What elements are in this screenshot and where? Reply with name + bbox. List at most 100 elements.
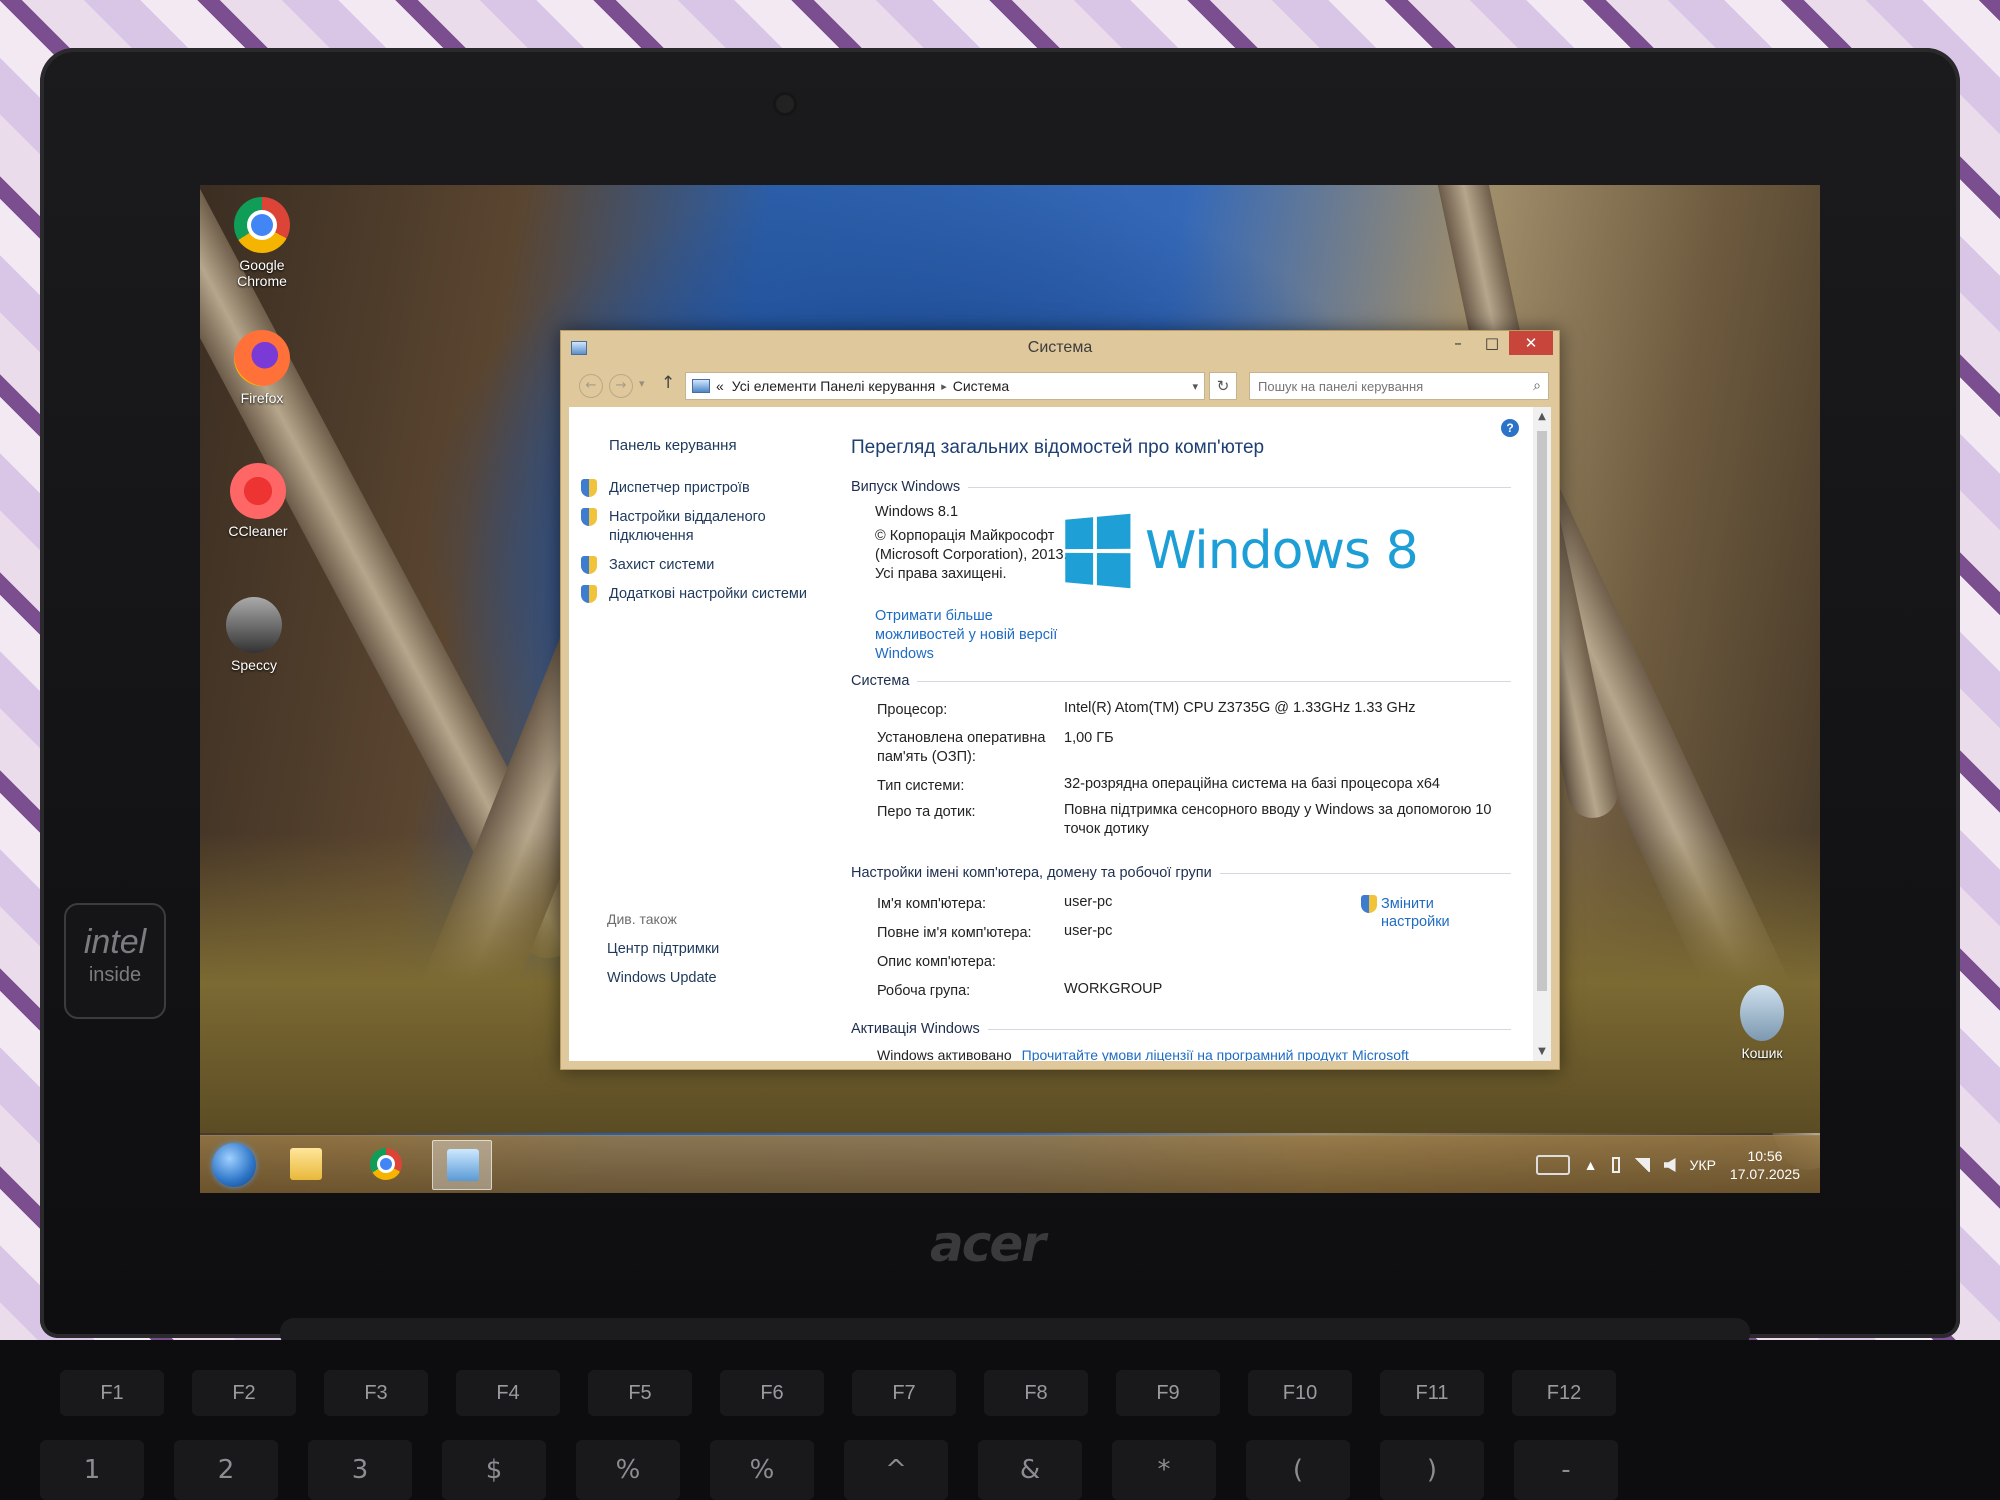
breadcrumb-overflow[interactable]: «: [716, 378, 724, 394]
breadcrumb-separator-icon[interactable]: ▸: [941, 380, 947, 393]
chrome-icon: [234, 197, 290, 253]
close-button[interactable]: ✕: [1509, 331, 1553, 355]
computer-name-section-header: Настройки імені комп'ютера, домену та ро…: [851, 865, 1511, 881]
system-type-label: Тип системи:: [877, 777, 1067, 796]
sidebar-item-advanced-settings[interactable]: Додаткові настройки системи: [581, 585, 826, 604]
battery-icon[interactable]: [1612, 1157, 1620, 1173]
clock[interactable]: 10:56 17.07.2025: [1730, 1147, 1800, 1183]
windows-flag-icon: [1065, 514, 1130, 589]
section-divider: [988, 1029, 1511, 1030]
section-title: Активація Windows: [851, 1021, 980, 1037]
titlebar[interactable]: Система – □ ✕: [561, 331, 1559, 367]
key[interactable]: ^: [844, 1440, 948, 1500]
uac-shield-icon: [581, 479, 597, 497]
fkey[interactable]: F9: [1116, 1370, 1220, 1416]
key[interactable]: -: [1514, 1440, 1618, 1500]
minimize-button[interactable]: –: [1441, 331, 1475, 355]
fkey[interactable]: F8: [984, 1370, 1088, 1416]
fkey[interactable]: F4: [456, 1370, 560, 1416]
forward-button[interactable]: →: [609, 374, 633, 398]
fkey[interactable]: F3: [324, 1370, 428, 1416]
recent-locations-dropdown[interactable]: ▾: [639, 377, 645, 390]
license-terms-link[interactable]: Прочитайте умови ліцензії на програмний …: [1022, 1047, 1409, 1061]
help-icon[interactable]: ?: [1501, 419, 1519, 437]
scroll-down-icon[interactable]: ▼: [1533, 1046, 1551, 1057]
key[interactable]: 1: [40, 1440, 144, 1500]
sidebar-item-device-manager[interactable]: Диспетчер пристроїв: [581, 479, 826, 498]
address-bar[interactable]: « Усі елементи Панелі керування ▸ Систем…: [685, 372, 1205, 400]
computer-description-label: Опис комп'ютера:: [877, 953, 1067, 972]
breadcrumb-all-items[interactable]: Усі елементи Панелі керування: [732, 378, 935, 394]
desktop-icon-recycle-bin[interactable]: Кошик: [1722, 985, 1802, 1061]
fkey[interactable]: F11: [1380, 1370, 1484, 1416]
edition-section-header: Випуск Windows: [851, 479, 1511, 495]
vertical-scrollbar[interactable]: ▲ ▼: [1533, 407, 1551, 1061]
desktop-icon-firefox[interactable]: Firefox: [222, 330, 302, 406]
upgrade-link[interactable]: Отримати більше можливостей у новій верс…: [875, 607, 1085, 664]
fkey[interactable]: F5: [588, 1370, 692, 1416]
key[interactable]: (: [1246, 1440, 1350, 1500]
key[interactable]: *: [1112, 1440, 1216, 1500]
taskbar-explorer[interactable]: [276, 1140, 336, 1190]
taskbar-control-panel[interactable]: [432, 1140, 492, 1190]
touch-keyboard-icon[interactable]: [1536, 1155, 1570, 1175]
key[interactable]: %: [710, 1440, 814, 1500]
language-indicator[interactable]: УКР: [1690, 1157, 1716, 1173]
processor-label: Процесор:: [877, 701, 1067, 720]
ccleaner-icon: [230, 463, 286, 519]
maximize-button[interactable]: □: [1475, 331, 1509, 355]
up-button[interactable]: ↑: [661, 373, 675, 393]
address-dropdown-icon[interactable]: ▾: [1192, 380, 1198, 393]
recycle-bin-icon: [1740, 985, 1784, 1041]
section-title: Випуск Windows: [851, 479, 960, 495]
key[interactable]: $: [442, 1440, 546, 1500]
edition-name: Windows 8.1: [875, 503, 1085, 522]
volume-icon[interactable]: [1664, 1158, 1676, 1172]
control-panel-icon: [692, 379, 710, 393]
sidebar-item-system-protection[interactable]: Захист системи: [581, 556, 826, 575]
intel-badge-top: intel: [66, 923, 164, 962]
sidebar-item-remote-settings[interactable]: Настройки віддаленого підключення: [581, 508, 826, 546]
fkey[interactable]: F1: [60, 1370, 164, 1416]
section-title: Настройки імені комп'ютера, домену та ро…: [851, 865, 1212, 881]
search-icon[interactable]: ⌕: [1526, 378, 1548, 394]
key[interactable]: &: [978, 1440, 1082, 1500]
taskbar-chrome[interactable]: [356, 1140, 416, 1190]
address-toolbar: ← → ▾ ↑ « Усі елементи Панелі керування …: [569, 367, 1551, 405]
key[interactable]: 3: [308, 1440, 412, 1500]
sidebar-item-label: Настройки віддаленого підключення: [609, 508, 826, 546]
folder-icon: [290, 1148, 322, 1180]
key[interactable]: ): [1380, 1440, 1484, 1500]
desktop-icon-chrome[interactable]: Google Chrome: [222, 197, 302, 289]
desktop-icon-ccleaner[interactable]: CCleaner: [218, 463, 298, 539]
key[interactable]: %: [576, 1440, 680, 1500]
fkey[interactable]: F2: [192, 1370, 296, 1416]
computer-name-label: Ім'я комп'ютера:: [877, 895, 1067, 914]
scroll-up-icon[interactable]: ▲: [1533, 411, 1551, 422]
key[interactable]: 2: [174, 1440, 278, 1500]
desktop-icon-speccy[interactable]: Speccy: [214, 597, 294, 673]
control-panel-icon: [447, 1149, 479, 1181]
scroll-thumb[interactable]: [1537, 431, 1547, 991]
desktop-icon-label: Speccy: [231, 657, 277, 673]
activation-status-row: Windows активовано Прочитайте умови ліцен…: [877, 1047, 1409, 1061]
sidebar: Панель керування Диспетчер пристроїв Нас…: [569, 407, 831, 1061]
change-settings-link[interactable]: Змінити настройки: [1361, 895, 1461, 931]
refresh-button[interactable]: ↻: [1209, 372, 1237, 400]
fkey[interactable]: F12: [1512, 1370, 1616, 1416]
back-button[interactable]: ←: [579, 374, 603, 398]
show-hidden-icons-icon[interactable]: ▲: [1584, 1157, 1598, 1173]
breadcrumb-system[interactable]: Система: [953, 378, 1009, 394]
fkey[interactable]: F10: [1248, 1370, 1352, 1416]
see-also-heading: Див. також: [607, 911, 677, 927]
search-input[interactable]: [1250, 374, 1526, 398]
fkey[interactable]: F6: [720, 1370, 824, 1416]
network-icon[interactable]: [1634, 1158, 1650, 1172]
system-tray: ▲ УКР 10:56 17.07.2025: [1536, 1136, 1800, 1193]
sidebar-home-link[interactable]: Панель керування: [609, 437, 737, 454]
action-center-link[interactable]: Центр підтримки: [607, 941, 719, 957]
ram-label: Установлена оперативна пам'ять (ОЗП):: [877, 729, 1067, 767]
windows-update-link[interactable]: Windows Update: [607, 970, 717, 986]
fkey[interactable]: F7: [852, 1370, 956, 1416]
start-button[interactable]: [212, 1143, 256, 1187]
